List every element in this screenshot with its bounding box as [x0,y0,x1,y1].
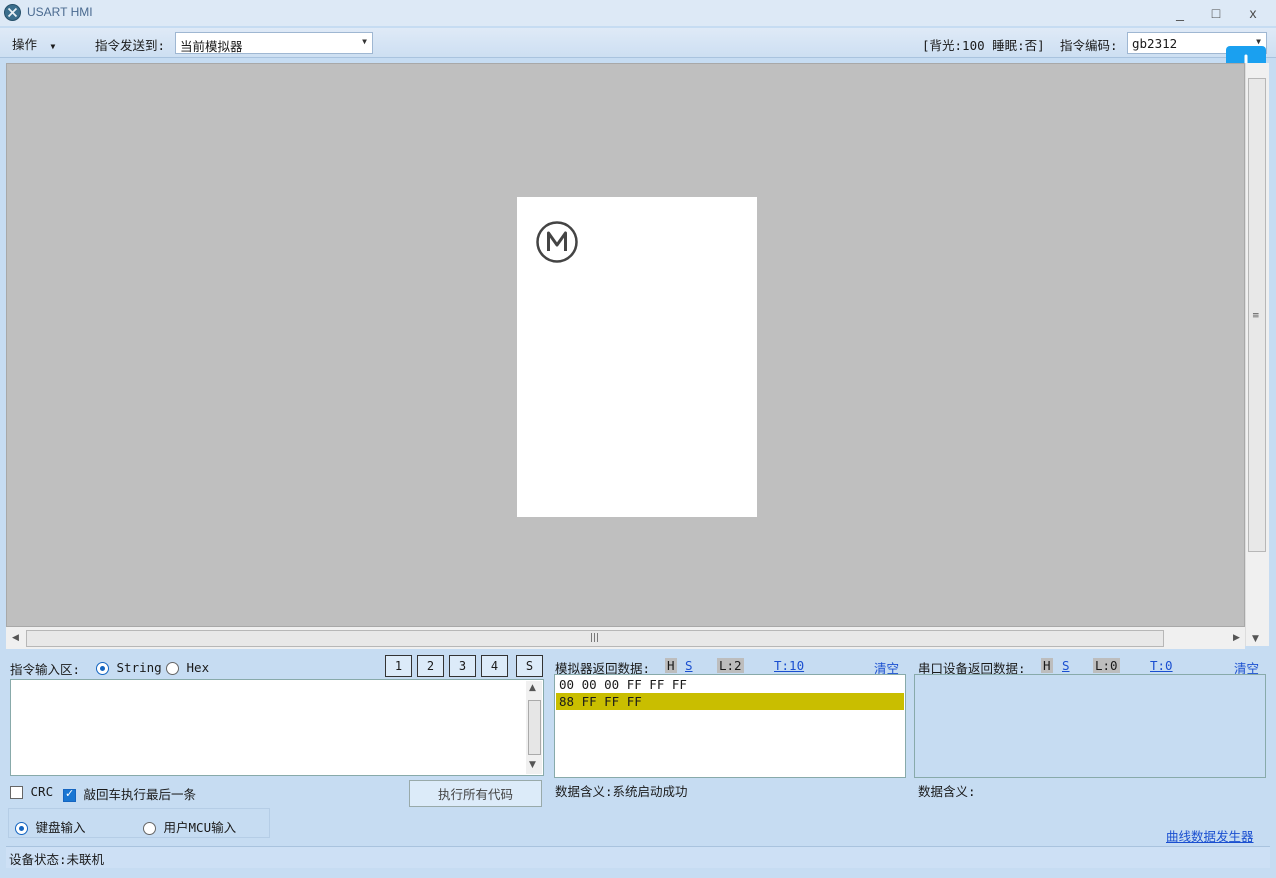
scroll-right-arrow-icon[interactable]: ▶ [1233,633,1240,643]
list-item[interactable]: 00 00 00 FF FF FF [555,675,905,693]
serial-timeout-link[interactable]: T:0 [1150,658,1173,673]
status-bar: 设备状态:未联机 [6,846,1270,868]
sim-data-meaning: 数据含义:系统启动成功 [555,784,688,799]
slot-button-2[interactable]: 2 [417,655,444,677]
scroll-down-arrow-icon[interactable]: ▼ [529,760,536,770]
radio-selected-icon [96,662,109,675]
command-input-textarea[interactable] [10,679,544,776]
sim-length-badge: L:2 [717,658,744,673]
radio-selected-icon [15,822,28,835]
mcu-input-label: 用户MCU输入 [163,820,237,835]
mcu-input-radio[interactable]: 用户MCU输入 [143,817,236,836]
minimize-button[interactable]: _ [1162,2,1198,24]
send-to-label: 指令发送到: [95,38,166,53]
grip-icon: ||| [590,633,600,643]
title-bar [0,0,1276,26]
slot-button-1[interactable]: 1 [385,655,412,677]
send-to-select[interactable]: 当前模拟器 ▼ [175,32,373,54]
device-screen[interactable] [517,197,757,517]
scroll-up-arrow-icon[interactable]: ▲ [529,683,536,693]
keyboard-input-radio[interactable]: 键盘输入 [15,817,86,836]
command-input-scroll-thumb[interactable] [528,700,541,755]
checkbox-checked-icon [63,787,76,802]
string-mode-label: String [116,660,162,675]
hex-mode-radio[interactable]: Hex [166,660,209,675]
window-title: USART HMI [27,5,93,19]
enter-exec-checkbox[interactable]: 敲回车执行最后一条 [63,784,196,803]
chevron-down-icon: ▼ [362,37,367,46]
list-item-selected[interactable]: 88 FF FF FF [556,693,904,710]
sim-hex-toggle[interactable]: H [665,658,677,673]
close-button[interactable]: x [1235,2,1271,24]
hex-mode-label: Hex [186,660,210,675]
scroll-down-arrow-icon[interactable]: ▼ [1252,634,1259,644]
chevron-down-icon: ▼ [1256,37,1261,46]
app-logo-icon [4,4,21,21]
serial-hex-toggle[interactable]: H [1041,658,1053,673]
keyboard-input-label: 键盘输入 [35,820,86,835]
sim-return-list[interactable]: 00 00 00 FF FF FF 88 FF FF FF [554,674,906,778]
command-input-label: 指令输入区: [10,662,81,677]
serial-data-meaning: 数据含义: [918,784,976,799]
grip-icon: ≡ [1252,311,1260,321]
sim-string-toggle[interactable]: S [685,658,693,673]
slot-button-4[interactable]: 4 [481,655,508,677]
m-logo-icon [536,221,578,263]
crc-checkbox[interactable]: CRC [10,784,53,799]
radio-unselected-icon [166,662,179,675]
radio-unselected-icon [143,822,156,835]
scroll-left-arrow-icon[interactable]: ◀ [12,633,19,643]
crc-label: CRC [30,784,54,799]
run-all-code-button[interactable]: 执行所有代码 [409,780,542,807]
send-to-value: 当前模拟器 [180,39,243,54]
serial-string-toggle[interactable]: S [1062,658,1070,673]
operate-menu-label: 操作 [12,37,38,52]
slot-button-3[interactable]: 3 [449,655,476,677]
curve-generator-link[interactable]: 曲线数据发生器 [1166,826,1254,845]
slot-button-s[interactable]: S [516,655,543,677]
operate-menu[interactable]: 操作 ▼ [12,34,55,53]
device-status: 设备状态:未联机 [9,852,105,867]
serial-return-list[interactable] [914,674,1266,778]
serial-length-badge: L:0 [1093,658,1120,673]
chevron-down-icon: ▼ [50,42,56,51]
maximize-button[interactable]: □ [1198,2,1234,24]
enter-exec-label: 敲回车执行最后一条 [83,787,197,802]
encoding-label: 指令编码: [1060,38,1118,53]
checkbox-unchecked-icon [10,786,23,799]
sim-timeout-link[interactable]: T:10 [774,658,804,673]
string-mode-radio[interactable]: String [96,660,162,675]
device-status-text: [背光:100 睡眠:否] [922,38,1045,53]
encoding-value: gb2312 [1132,36,1178,51]
